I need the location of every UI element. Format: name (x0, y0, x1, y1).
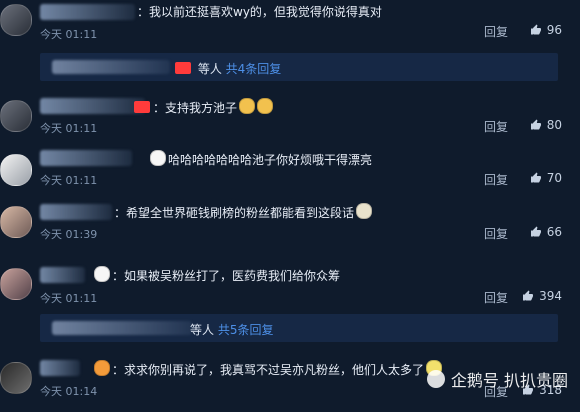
comment-text-content: ：如果被吴粉丝打了，医药费我们给你众筹 (112, 269, 341, 283)
reply-users-blurred (52, 60, 170, 74)
comment-text: ：我以前还挺喜欢wy的，但我觉得你说得真对 (137, 5, 382, 19)
watermark-text: 企鹅号 扒扒贵圈 (450, 371, 568, 390)
avatar[interactable] (0, 268, 32, 300)
username-blurred[interactable] (40, 98, 145, 114)
comment-text: 哈哈哈哈哈哈哈池子你好烦哦干得漂亮 (148, 150, 372, 168)
like-count: 70 (546, 171, 562, 185)
emoji-icon (239, 98, 256, 114)
reply-button[interactable]: 回复 (484, 118, 508, 135)
like-button[interactable]: 80 (530, 118, 562, 132)
username-blurred[interactable] (40, 204, 112, 220)
avatar[interactable] (0, 100, 32, 132)
comment-text: ：如果被吴粉丝打了，医药费我们给你众筹 (92, 266, 340, 284)
comment-text: ：求求你别再说了，我真骂不过吴亦凡粉丝，他们人太多了 (92, 360, 443, 378)
reply-summary-bar[interactable]: 等人 共5条回复 (40, 314, 558, 342)
emoji-icon (257, 98, 274, 114)
username-blurred[interactable] (40, 150, 132, 166)
thumb-up-icon (530, 119, 541, 130)
comment-text-content: ：希望全世界砸钱刷榜的粉丝都能看到这段话 (114, 206, 355, 220)
vip-badge (175, 62, 191, 74)
reply-button[interactable]: 回复 (484, 171, 508, 188)
comment-time: 今天 01:11 (40, 122, 98, 135)
avatar[interactable] (0, 206, 32, 238)
reply-button[interactable]: 回复 (484, 289, 508, 306)
comment-item: ：我以前还挺喜欢wy的，但我觉得你说得真对 今天 01:11 回复 96 (0, 0, 580, 60)
comment-item: ：如果被吴粉丝打了，医药费我们给你众筹 今天 01:11 回复 394 (0, 258, 580, 320)
reply-summary-bar[interactable]: 等人 共4条回复 (40, 53, 558, 81)
like-button[interactable]: 70 (530, 171, 562, 185)
comment-text-content: ：求求你别再说了，我真骂不过吴亦凡粉丝，他们人太多了 (112, 363, 425, 377)
comment-time: 今天 01:11 (40, 292, 98, 305)
comment-feed: ：我以前还挺喜欢wy的，但我觉得你说得真对 今天 01:11 回复 96 等人 … (0, 0, 580, 401)
comment-text: ：希望全世界砸钱刷榜的粉丝都能看到这段话 (114, 203, 373, 221)
panda-emoji-icon (150, 150, 166, 166)
reply-summary-label: 等人 (190, 323, 215, 337)
comment-text: ：支持我方池子 (134, 98, 274, 116)
reply-summary-text: 等人 共5条回复 (190, 321, 273, 338)
avatar[interactable] (0, 154, 32, 186)
comment-time: 今天 01:11 (40, 174, 98, 187)
thumb-up-icon (523, 290, 534, 301)
reply-users-blurred (52, 321, 192, 335)
like-button[interactable]: 66 (530, 225, 562, 239)
comment-text-content: 哈哈哈哈哈哈哈池子你好烦哦干得漂亮 (168, 153, 373, 167)
like-count: 80 (546, 118, 562, 132)
comment-time: 今天 01:11 (40, 28, 98, 41)
username-blurred[interactable] (40, 360, 80, 376)
comment-text-content: ：支持我方池子 (153, 101, 238, 115)
like-count: 394 (539, 289, 562, 303)
avatar[interactable] (0, 4, 32, 36)
watermark: 企鹅号 扒扒贵圈 (426, 367, 568, 391)
avatar[interactable] (0, 362, 32, 394)
like-button[interactable]: 96 (530, 23, 562, 37)
reply-summary-label: 等人 (197, 62, 222, 76)
reply-button[interactable]: 回复 (484, 225, 508, 242)
comment-time: 今天 01:39 (40, 228, 98, 241)
view-replies-link[interactable]: 共5条回复 (218, 323, 274, 337)
thumb-up-icon (530, 24, 541, 35)
vip-badge (134, 101, 150, 113)
vip-emoji-icon (94, 360, 110, 376)
username-blurred[interactable] (40, 4, 135, 20)
reply-summary-text: 等人 共4条回复 (172, 60, 281, 77)
comment-item: ：希望全世界砸钱刷榜的粉丝都能看到这段话 今天 01:39 回复 66 (0, 196, 580, 258)
like-count: 96 (546, 23, 562, 37)
reply-button[interactable]: 回复 (484, 23, 508, 40)
emoji-icon (356, 203, 373, 219)
penguin-logo-icon (426, 370, 445, 388)
panda-emoji-icon (94, 266, 110, 282)
like-count: 66 (546, 225, 562, 239)
like-button[interactable]: 394 (522, 289, 562, 303)
thumb-up-icon (530, 172, 541, 183)
thumb-up-icon (530, 226, 541, 237)
comment-time: 今天 01:14 (40, 385, 98, 398)
view-replies-link[interactable]: 共4条回复 (226, 62, 282, 76)
username-blurred[interactable] (40, 267, 85, 283)
